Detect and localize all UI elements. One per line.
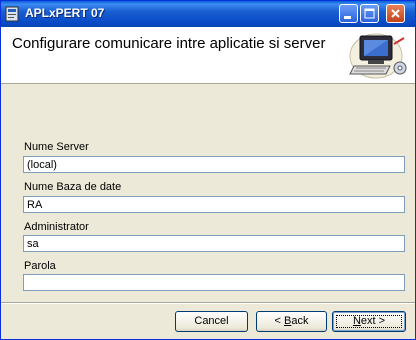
- title-bar[interactable]: APLxPERT 07: [1, 1, 415, 27]
- wizard-header: Configurare comunicare intre aplicatie s…: [1, 27, 415, 84]
- database-name-input[interactable]: [23, 196, 405, 213]
- cancel-button-label: Cancel: [194, 315, 229, 327]
- focus-rectangle: [336, 315, 402, 328]
- server-name-input[interactable]: [23, 156, 405, 173]
- back-button[interactable]: < Back: [256, 311, 327, 332]
- database-name-label: Nume Baza de date: [24, 181, 122, 193]
- server-name-label: Nume Server: [24, 141, 89, 153]
- maximize-icon: [364, 8, 375, 19]
- administrator-label: Administrator: [24, 221, 89, 233]
- back-button-label: ack: [291, 315, 309, 327]
- app-icon: [5, 6, 19, 22]
- footer-divider: [1, 302, 415, 304]
- next-button[interactable]: Next >: [332, 311, 406, 332]
- close-button[interactable]: [386, 4, 405, 23]
- window-title: APLxPERT 07: [25, 6, 105, 20]
- setup-wizard-window: APLxPERT 07 Configurare comunicare intre…: [0, 0, 416, 340]
- minimize-icon: [344, 16, 351, 19]
- cancel-button[interactable]: Cancel: [175, 311, 248, 332]
- password-label: Parola: [24, 260, 56, 272]
- page-title: Configurare comunicare intre aplicatie s…: [12, 35, 326, 52]
- close-icon: [391, 9, 400, 18]
- computer-settings-icon: [349, 33, 407, 79]
- minimize-button[interactable]: [339, 4, 358, 23]
- administrator-input[interactable]: [23, 235, 405, 252]
- password-input[interactable]: [23, 274, 405, 291]
- maximize-button[interactable]: [360, 4, 379, 23]
- back-button-prefix: <: [274, 315, 284, 327]
